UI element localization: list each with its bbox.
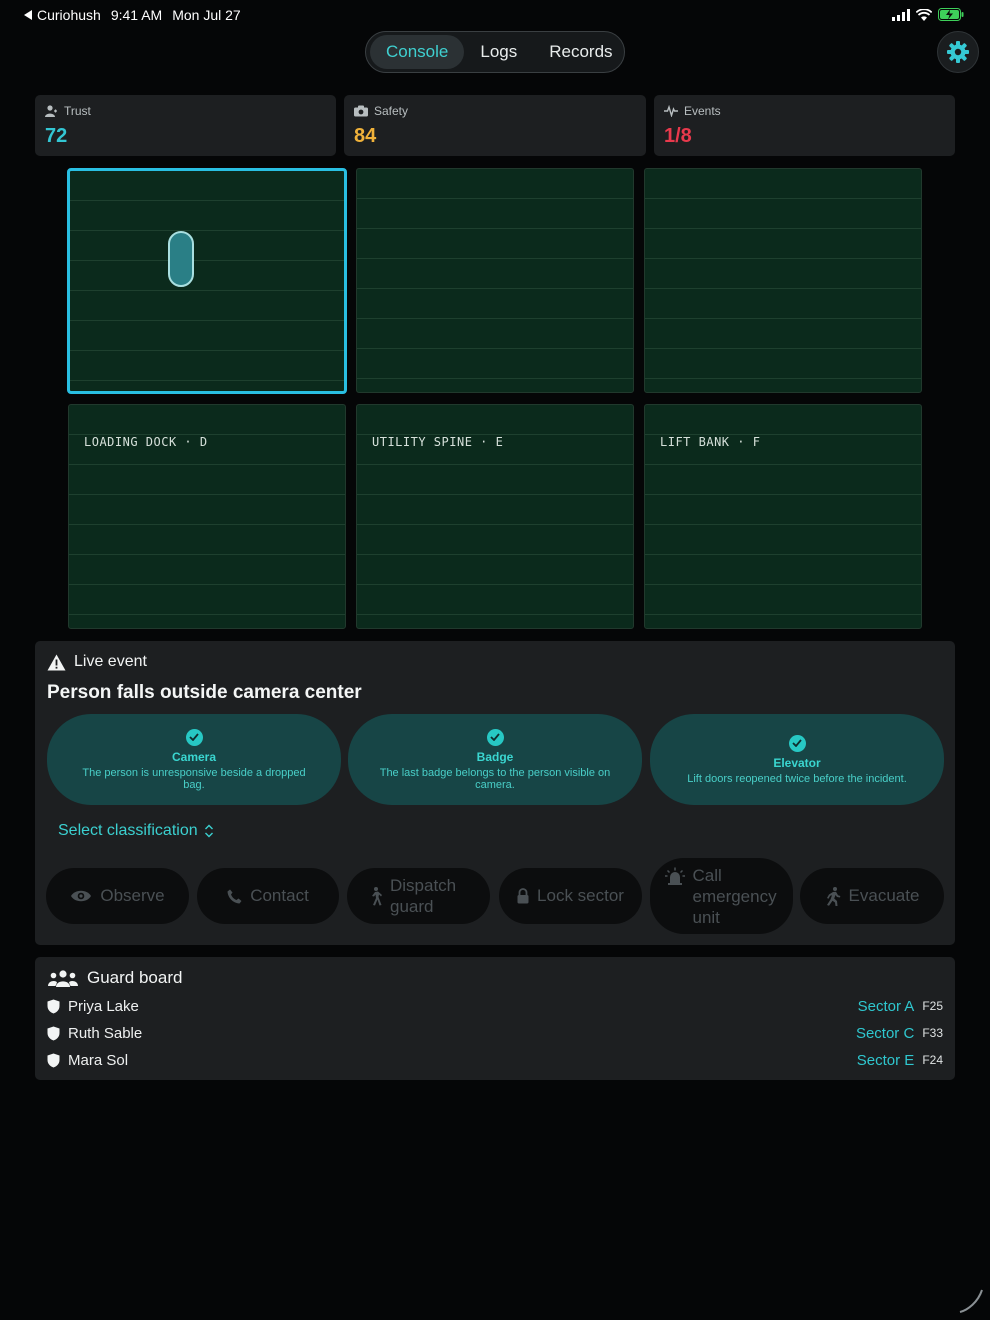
tile-label: LOADING DOCK · D [84, 435, 208, 449]
guard-row[interactable]: Mara Sol Sector E F24 [47, 1049, 943, 1071]
tab-logs[interactable]: Logs [464, 35, 533, 69]
metric-events: Events 1/8 [654, 95, 955, 156]
metric-value: 1/8 [664, 125, 692, 147]
evidence-desc: The person is unresponsive beside a drop… [82, 766, 306, 791]
back-arrow-icon [24, 10, 32, 20]
back-to-app-link[interactable]: Curiohush [24, 7, 101, 23]
tab-console[interactable]: Console [370, 35, 465, 69]
shield-icon [47, 999, 60, 1013]
metric-trust: Trust 72 [35, 95, 336, 156]
guard-board: Guard board Priya Lake Sector A F25 Ruth… [35, 957, 955, 1080]
metric-label: Trust [64, 104, 91, 118]
evidence-desc: Lift doors reopened twice before the inc… [687, 772, 907, 785]
guard-row[interactable]: Ruth Sable Sector C F33 [47, 1022, 943, 1044]
evidence-camera[interactable]: Camera The person is unresponsive beside… [47, 714, 341, 805]
camera-tile-loading-dock[interactable]: LOADING DOCK · D [68, 404, 346, 629]
guard-floor: F33 [922, 1026, 943, 1040]
status-bar: Curiohush 9:41 AM Mon Jul 27 [0, 0, 990, 32]
back-app-name: Curiohush [37, 7, 101, 23]
guard-floor: F24 [922, 1053, 943, 1067]
action-label: Dispatch guard [390, 876, 457, 916]
signal-icon [892, 8, 910, 21]
lock-sector-button[interactable]: Lock sector [499, 868, 642, 924]
evidence-elevator[interactable]: Elevator Lift doors reopened twice befor… [650, 714, 944, 805]
view-switcher: Console Logs Records [365, 31, 625, 73]
classification-select[interactable]: Select classification [58, 822, 214, 840]
metric-value: 72 [45, 125, 68, 147]
camera-tile-3[interactable] [644, 168, 922, 393]
camera-icon [354, 105, 368, 117]
eye-icon [71, 890, 92, 902]
camera-tile-lift-bank[interactable]: LIFT BANK · F [644, 404, 922, 629]
lock-icon [517, 888, 529, 904]
guard-board-heading: Guard board [87, 968, 183, 987]
tile-label: LIFT BANK · F [660, 435, 761, 449]
shield-icon [47, 1026, 60, 1040]
pulse-icon [664, 105, 678, 117]
person-marker[interactable] [168, 231, 194, 287]
action-label: Lock sector [537, 886, 624, 905]
metric-value: 84 [354, 125, 377, 147]
guard-floor: F25 [922, 999, 943, 1013]
group-icon [48, 969, 78, 987]
evidence-name: Elevator [773, 755, 821, 770]
check-icon [486, 728, 504, 746]
camera-tile-utility-spine[interactable]: UTILITY SPINE · E [356, 404, 634, 629]
evidence-name: Badge [476, 749, 514, 764]
action-label: Call emergency unit [692, 865, 777, 927]
walk-icon [372, 886, 382, 905]
shield-icon [47, 1053, 60, 1067]
action-label: Observe [100, 886, 165, 905]
settings-button[interactable] [937, 31, 979, 73]
tab-records[interactable]: Records [533, 35, 628, 69]
classification-label: Select classification [58, 822, 198, 839]
guard-sector: Sector E [856, 1051, 915, 1069]
action-label: Contact [250, 886, 309, 905]
camera-tile-2[interactable] [356, 168, 634, 393]
metric-label: Safety [374, 104, 409, 118]
evacuate-button[interactable]: Evacuate [800, 868, 944, 924]
siren-icon [664, 867, 685, 885]
warning-icon [47, 654, 66, 670]
check-icon [788, 734, 806, 752]
observe-button[interactable]: Observe [46, 868, 189, 924]
evidence-name: Camera [171, 749, 217, 764]
camera-tile-1[interactable] [67, 168, 347, 394]
guard-name: Mara Sol [68, 1051, 129, 1069]
guard-name: Priya Lake [68, 997, 139, 1015]
status-time: 9:41 AM [110, 7, 163, 23]
live-event-panel: Live event Person falls outside camera c… [35, 641, 955, 945]
evidence-desc: The last badge belongs to the person vis… [379, 766, 611, 791]
phone-icon [227, 889, 242, 903]
person-icon [45, 105, 57, 117]
wifi-icon [916, 8, 932, 21]
metric-safety: Safety 84 [344, 95, 646, 156]
metric-label: Events [684, 104, 721, 118]
tile-label: UTILITY SPINE · E [372, 435, 504, 449]
guard-sector: Sector A [857, 997, 915, 1015]
battery-charging-icon [938, 8, 964, 21]
evidence-badge[interactable]: Badge The last badge belongs to the pers… [348, 714, 642, 805]
status-date: Mon Jul 27 [172, 7, 241, 23]
live-event-heading: Live event [74, 653, 147, 670]
chevron-up-down-icon [204, 824, 213, 838]
dispatch-guard-button[interactable]: Dispatch guard [347, 868, 490, 924]
contact-button[interactable]: Contact [197, 868, 339, 924]
guard-row[interactable]: Priya Lake Sector A F25 [47, 995, 943, 1017]
action-label: Evacuate [848, 886, 920, 905]
run-icon [826, 886, 840, 906]
call-emergency-unit-button[interactable]: Call emergency unit [650, 858, 793, 934]
guard-sector: Sector C [855, 1024, 915, 1042]
event-title: Person falls outside camera center [47, 682, 362, 703]
check-icon [185, 728, 203, 746]
resize-handle-icon[interactable] [958, 1288, 984, 1314]
guard-name: Ruth Sable [68, 1024, 143, 1042]
gear-icon [947, 41, 969, 63]
